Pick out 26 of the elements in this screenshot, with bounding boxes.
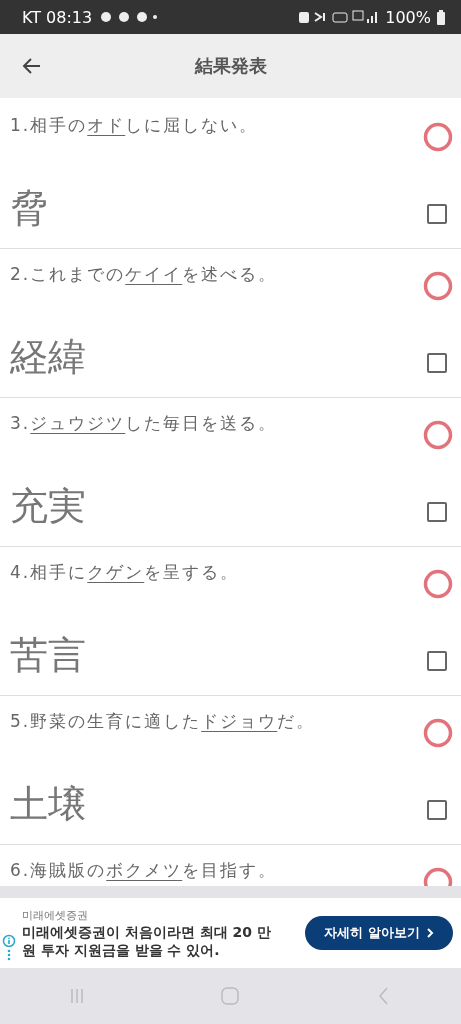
question-text: 4.相手に クゲン を呈する。 [9,561,241,584]
checkbox[interactable] [427,800,447,820]
question-text: 1.相手の オド しに屈しない。 [9,114,260,137]
checkbox[interactable] [427,651,447,671]
notification-icon [98,10,159,24]
battery-percent: 100% [385,7,431,27]
question-text: 2.これまでのケイイ を述べる。 [9,263,279,286]
answer-kanji: 脅 [9,184,49,232]
checkbox[interactable] [427,204,447,224]
screen-title: 結果発表 [194,54,267,78]
status-time: KT 08:13 [22,7,93,27]
answer-kanji: 苦言 [9,631,87,679]
checkbox[interactable] [427,502,447,522]
question-text: 3.ジュウジツ した毎日を送る。 [9,412,279,435]
answer-kanji: 土壌 [9,780,87,828]
ad-text: 미래에셋증권이 처음이라면 최대 20 만원 투자 지원금을 받을 수 있어. [22,922,272,959]
battery-icon [437,9,445,25]
question-text: 5.野菜の生育に適した ドジョウ だ。 [9,710,317,733]
signal-icon [299,10,380,24]
question-text: 6.海賊版の ボクメツ を目指す。 [9,859,279,882]
answer-kanji: 経緯 [9,333,87,381]
checkbox[interactable] [427,353,447,373]
learn-more-button[interactable]: 자세히 알아보기 [305,916,453,950]
chevron-right-icon [425,927,434,939]
answer-kanji: 充実 [9,482,87,530]
ad-sponsor: 미래에셋증권 [22,907,89,923]
